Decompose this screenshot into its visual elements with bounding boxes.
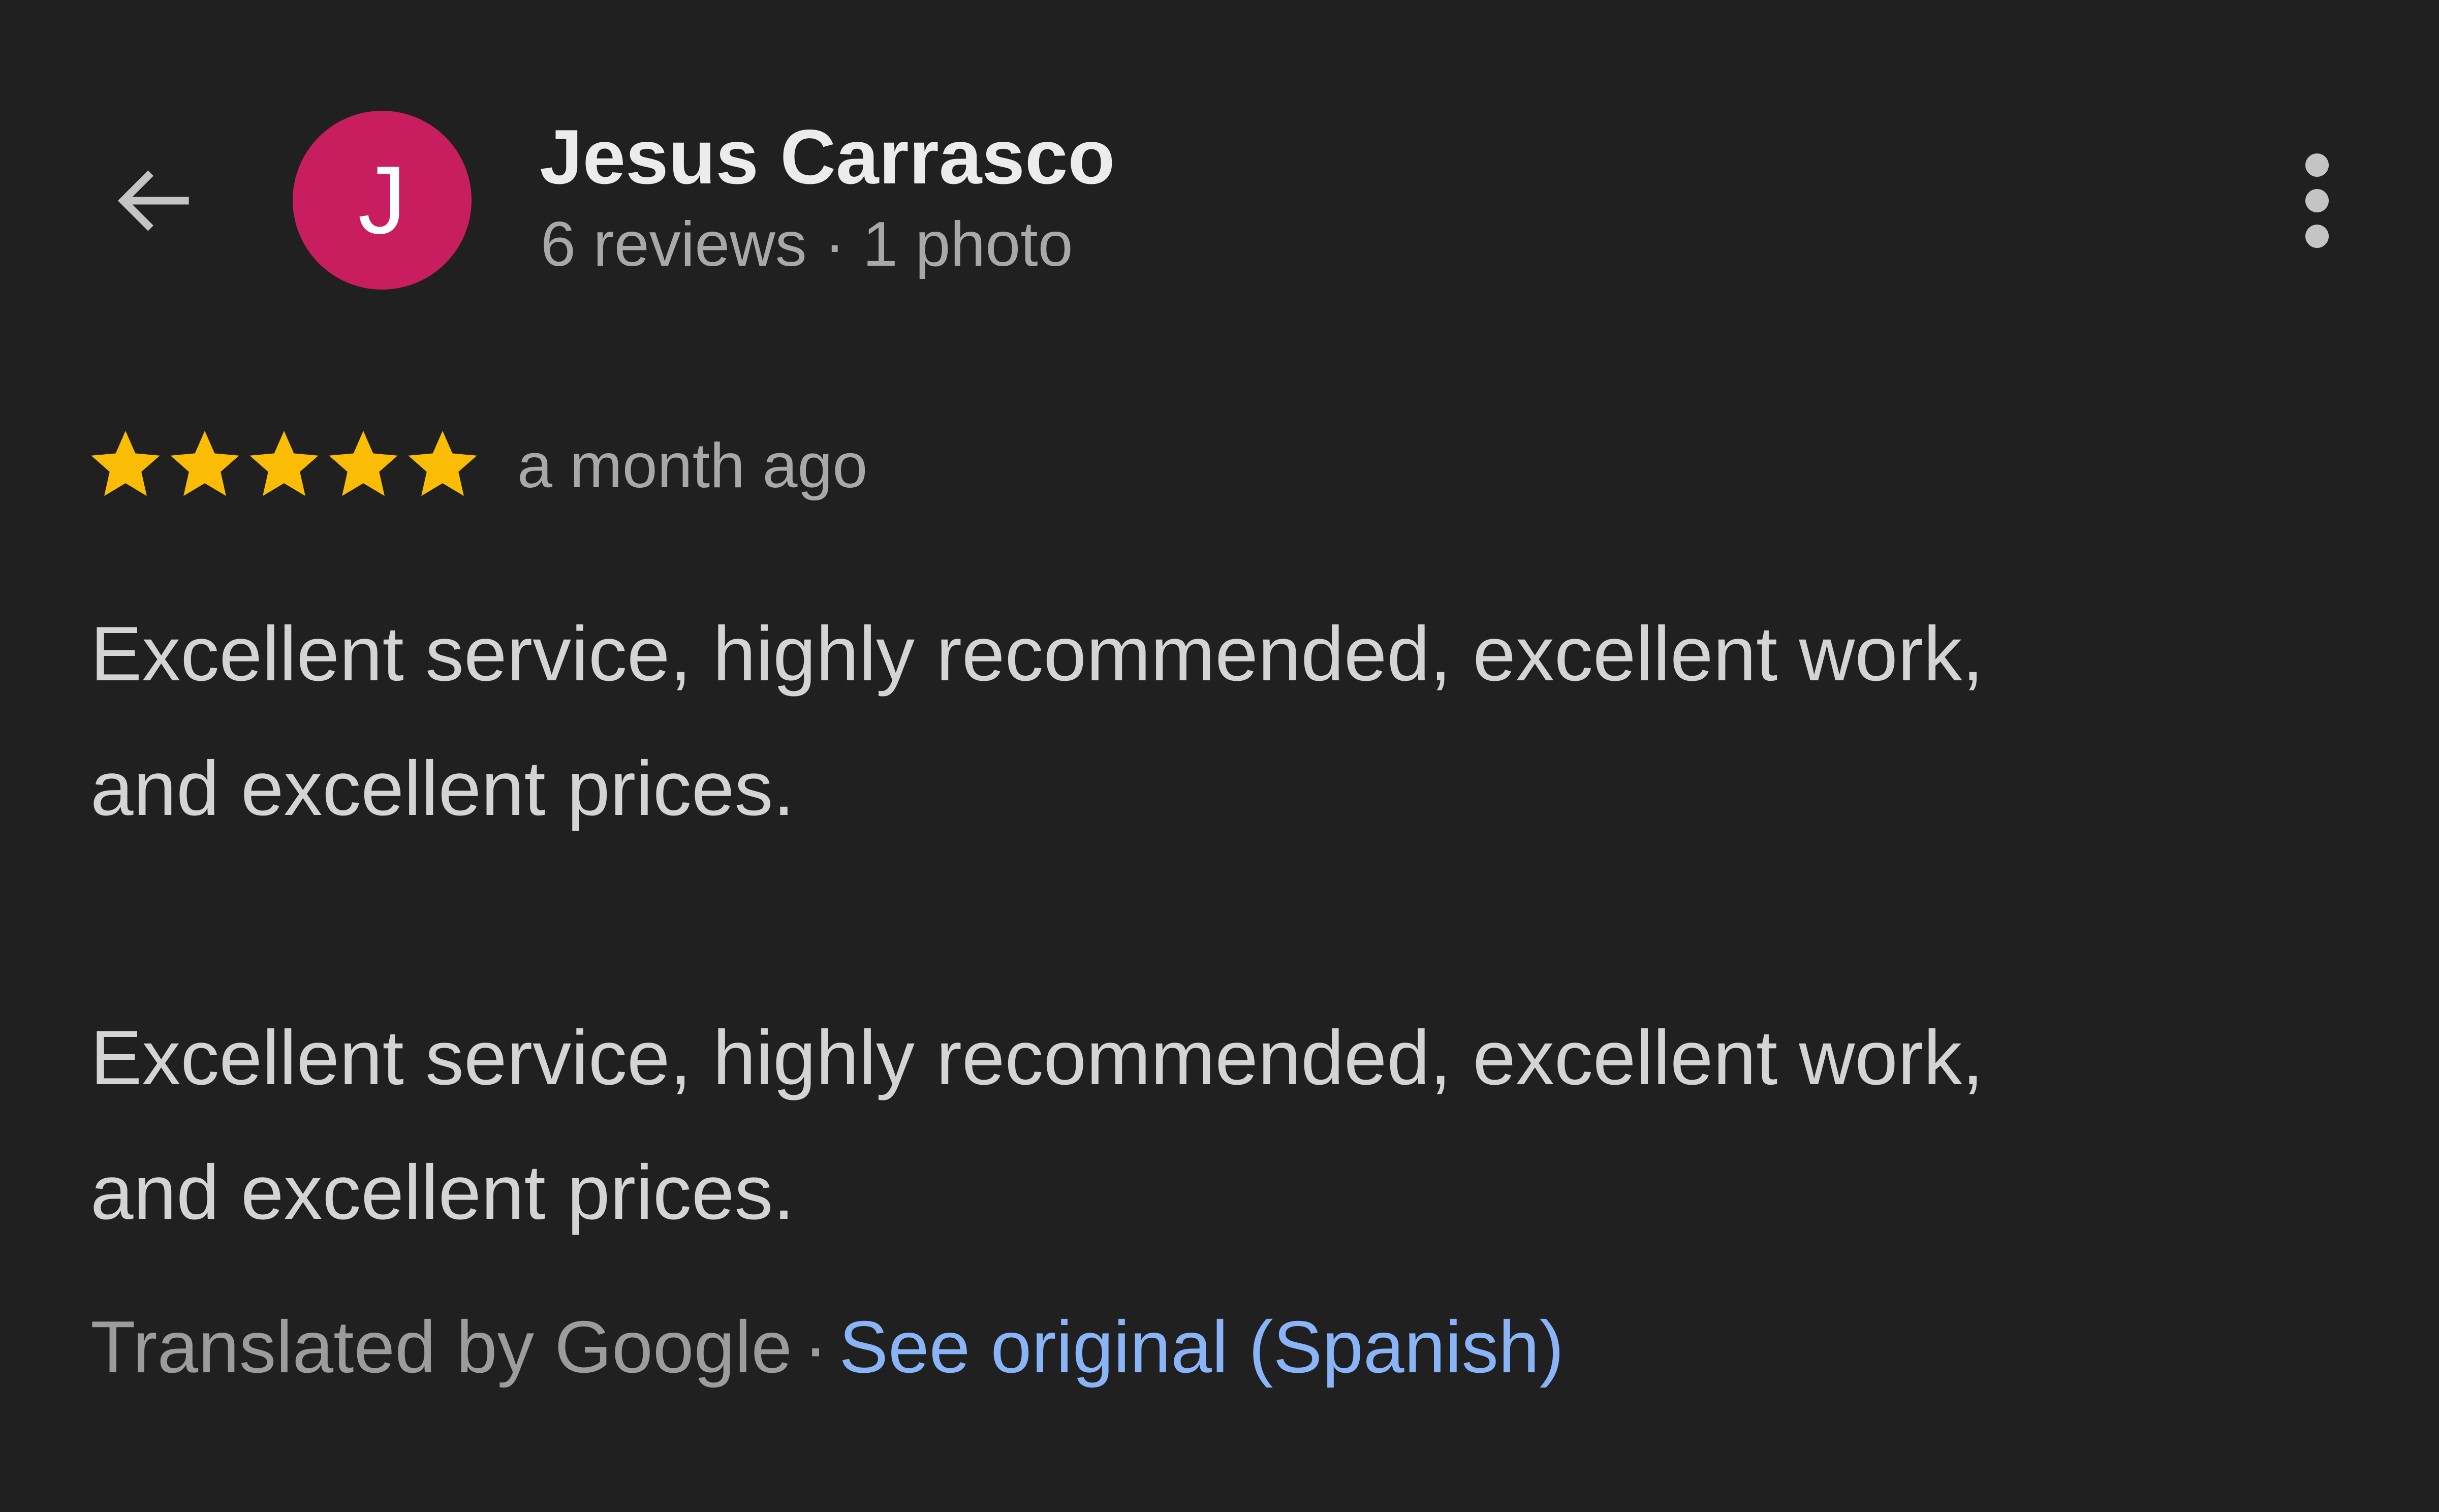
arrow-left-icon	[117, 170, 189, 231]
more-options-button[interactable]	[2276, 142, 2358, 259]
see-original-link[interactable]: See original (Spanish)	[839, 1306, 1564, 1388]
star-icon	[329, 431, 398, 496]
avatar[interactable]: J	[293, 111, 472, 290]
star-icon	[249, 431, 319, 496]
star-icon	[170, 431, 239, 496]
star-icon	[91, 431, 160, 496]
footer-separator: ·	[803, 1306, 828, 1388]
avatar-initial: J	[358, 146, 407, 254]
review-date: a month ago	[517, 431, 868, 501]
star-rating	[87, 426, 481, 502]
review-text-translated: Excellent service, highly recommended, e…	[90, 611, 1984, 832]
reviewer-name[interactable]: Jesus Carrasco	[540, 113, 1115, 202]
review-text-original: Excellent service, highly recommended, e…	[90, 1015, 1984, 1236]
translated-by-label: Translated by Google	[90, 1306, 792, 1388]
star-icon	[408, 431, 477, 496]
reviewer-stats: 6 reviews · 1 photo	[541, 209, 1073, 279]
translation-footer: Translated by Google · See original (Spani…	[90, 1305, 1564, 1390]
back-button[interactable]	[97, 137, 213, 264]
